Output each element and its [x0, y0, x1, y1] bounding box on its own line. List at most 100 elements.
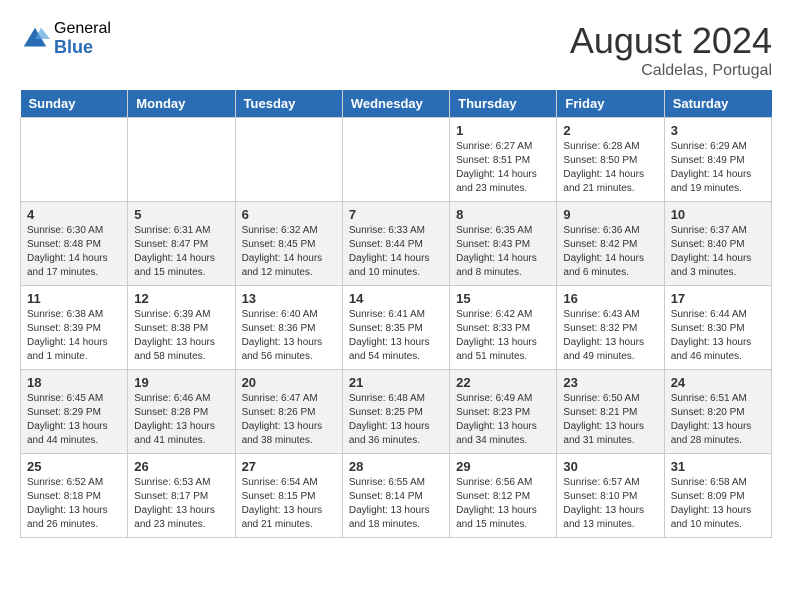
day-number: 29 [456, 459, 550, 474]
calendar-cell: 1 Sunrise: 6:27 AM Sunset: 8:51 PM Daylig… [450, 118, 557, 202]
day-info: Sunrise: 6:36 AM Sunset: 8:42 PM Dayligh… [563, 224, 657, 280]
calendar-cell: 29Sunrise: 6:56 AM Sunset: 8:12 PM Dayli… [450, 454, 557, 538]
day-number: 18 [27, 375, 121, 390]
weekday-header: Thursday [450, 90, 557, 118]
weekday-header: Monday [128, 90, 235, 118]
day-info: Sunrise: 6:42 AM Sunset: 8:33 PM Dayligh… [456, 308, 550, 364]
day-info: Sunrise: 6:58 AM Sunset: 8:09 PM Dayligh… [671, 476, 765, 532]
day-number: 16 [563, 291, 657, 306]
day-info: Sunrise: 6:31 AM Sunset: 8:47 PM Dayligh… [134, 224, 228, 280]
calendar-cell [235, 118, 342, 202]
day-info: Sunrise: 6:30 AM Sunset: 8:48 PM Dayligh… [27, 224, 121, 280]
logo-general: General [54, 20, 111, 38]
day-info: Sunrise: 6:45 AM Sunset: 8:29 PM Dayligh… [27, 392, 121, 448]
day-info: Sunrise: 6:46 AM Sunset: 8:28 PM Dayligh… [134, 392, 228, 448]
day-info: Sunrise: 6:43 AM Sunset: 8:32 PM Dayligh… [563, 308, 657, 364]
day-info: Sunrise: 6:29 AM Sunset: 8:49 PM Dayligh… [671, 140, 765, 196]
day-number: 26 [134, 459, 228, 474]
weekday-header: Tuesday [235, 90, 342, 118]
title-block: August 2024 Caldelas, Portugal [570, 20, 772, 80]
day-number: 11 [27, 291, 121, 306]
calendar-cell: 26 Sunrise: 6:53 AM Sunset: 8:17 PM Dayli… [128, 454, 235, 538]
day-number: 9 [563, 207, 657, 222]
day-info: Sunrise: 6:57 AM Sunset: 8:10 PM Dayligh… [563, 476, 657, 532]
day-number: 8 [456, 207, 550, 222]
calendar-cell: 17 Sunrise: 6:44 AM Sunset: 8:30 PM Dayli… [664, 286, 771, 370]
day-info: Sunrise: 6:52 AM Sunset: 8:18 PM Dayligh… [27, 476, 121, 532]
day-number: 23 [563, 375, 657, 390]
logo: General Blue [20, 20, 111, 57]
day-number: 17 [671, 291, 765, 306]
calendar-cell: 11 Sunrise: 6:38 AM Sunset: 8:39 PM Dayli… [21, 286, 128, 370]
calendar-cell: 19 Sunrise: 6:46 AM Sunset: 8:28 PM Dayli… [128, 370, 235, 454]
calendar-cell: 6 Sunrise: 6:32 AM Sunset: 8:45 PM Daylig… [235, 202, 342, 286]
weekday-header: Friday [557, 90, 664, 118]
calendar-cell: 12 Sunrise: 6:39 AM Sunset: 8:38 PM Dayli… [128, 286, 235, 370]
day-info: Sunrise: 6:51 AM Sunset: 8:20 PM Dayligh… [671, 392, 765, 448]
weekday-header: Wednesday [342, 90, 449, 118]
weekday-header: Saturday [664, 90, 771, 118]
day-number: 7 [349, 207, 443, 222]
day-info: Sunrise: 6:53 AM Sunset: 8:17 PM Dayligh… [134, 476, 228, 532]
calendar-cell: 24Sunrise: 6:51 AM Sunset: 8:20 PM Dayli… [664, 370, 771, 454]
day-number: 12 [134, 291, 228, 306]
calendar-week-row: 18 Sunrise: 6:45 AM Sunset: 8:29 PM Dayli… [21, 370, 772, 454]
day-number: 31 [671, 459, 765, 474]
day-info: Sunrise: 6:28 AM Sunset: 8:50 PM Dayligh… [563, 140, 657, 196]
calendar-cell: 16 Sunrise: 6:43 AM Sunset: 8:32 PM Dayli… [557, 286, 664, 370]
day-number: 21 [349, 375, 443, 390]
day-number: 25 [27, 459, 121, 474]
day-info: Sunrise: 6:50 AM Sunset: 8:21 PM Dayligh… [563, 392, 657, 448]
day-number: 13 [242, 291, 336, 306]
calendar-cell [21, 118, 128, 202]
calendar-cell [342, 118, 449, 202]
calendar-cell: 28Sunrise: 6:55 AM Sunset: 8:14 PM Dayli… [342, 454, 449, 538]
day-number: 10 [671, 207, 765, 222]
calendar-table: SundayMondayTuesdayWednesdayThursdayFrid… [20, 90, 772, 538]
calendar-cell: 23 Sunrise: 6:50 AM Sunset: 8:21 PM Dayli… [557, 370, 664, 454]
calendar-cell: 4 Sunrise: 6:30 AM Sunset: 8:48 PM Daylig… [21, 202, 128, 286]
location: Caldelas, Portugal [570, 62, 772, 80]
day-info: Sunrise: 6:27 AM Sunset: 8:51 PM Dayligh… [456, 140, 550, 196]
calendar-week-row: 4 Sunrise: 6:30 AM Sunset: 8:48 PM Daylig… [21, 202, 772, 286]
day-info: Sunrise: 6:39 AM Sunset: 8:38 PM Dayligh… [134, 308, 228, 364]
calendar-cell: 13Sunrise: 6:40 AM Sunset: 8:36 PM Dayli… [235, 286, 342, 370]
day-number: 22 [456, 375, 550, 390]
day-info: Sunrise: 6:33 AM Sunset: 8:44 PM Dayligh… [349, 224, 443, 280]
calendar-cell: 18 Sunrise: 6:45 AM Sunset: 8:29 PM Dayli… [21, 370, 128, 454]
day-number: 27 [242, 459, 336, 474]
day-info: Sunrise: 6:54 AM Sunset: 8:15 PM Dayligh… [242, 476, 336, 532]
day-number: 19 [134, 375, 228, 390]
calendar-week-row: 25 Sunrise: 6:52 AM Sunset: 8:18 PM Dayli… [21, 454, 772, 538]
logo-text: General Blue [54, 20, 111, 57]
day-info: Sunrise: 6:32 AM Sunset: 8:45 PM Dayligh… [242, 224, 336, 280]
day-number: 6 [242, 207, 336, 222]
calendar-cell: 25 Sunrise: 6:52 AM Sunset: 8:18 PM Dayli… [21, 454, 128, 538]
calendar-week-row: 1 Sunrise: 6:27 AM Sunset: 8:51 PM Daylig… [21, 118, 772, 202]
calendar-cell: 9 Sunrise: 6:36 AM Sunset: 8:42 PM Daylig… [557, 202, 664, 286]
calendar-cell: 30Sunrise: 6:57 AM Sunset: 8:10 PM Dayli… [557, 454, 664, 538]
logo-icon [20, 24, 50, 54]
day-info: Sunrise: 6:44 AM Sunset: 8:30 PM Dayligh… [671, 308, 765, 364]
day-number: 1 [456, 123, 550, 138]
day-info: Sunrise: 6:49 AM Sunset: 8:23 PM Dayligh… [456, 392, 550, 448]
day-number: 4 [27, 207, 121, 222]
calendar-cell [128, 118, 235, 202]
day-info: Sunrise: 6:47 AM Sunset: 8:26 PM Dayligh… [242, 392, 336, 448]
calendar-week-row: 11 Sunrise: 6:38 AM Sunset: 8:39 PM Dayli… [21, 286, 772, 370]
day-info: Sunrise: 6:38 AM Sunset: 8:39 PM Dayligh… [27, 308, 121, 364]
day-number: 28 [349, 459, 443, 474]
calendar-cell: 20Sunrise: 6:47 AM Sunset: 8:26 PM Dayli… [235, 370, 342, 454]
day-info: Sunrise: 6:48 AM Sunset: 8:25 PM Dayligh… [349, 392, 443, 448]
day-number: 2 [563, 123, 657, 138]
calendar-cell: 7 Sunrise: 6:33 AM Sunset: 8:44 PM Daylig… [342, 202, 449, 286]
calendar-cell: 8Sunrise: 6:35 AM Sunset: 8:43 PM Daylig… [450, 202, 557, 286]
weekday-header-row: SundayMondayTuesdayWednesdayThursdayFrid… [21, 90, 772, 118]
calendar-cell: 2 Sunrise: 6:28 AM Sunset: 8:50 PM Daylig… [557, 118, 664, 202]
day-number: 14 [349, 291, 443, 306]
calendar-cell: 14Sunrise: 6:41 AM Sunset: 8:35 PM Dayli… [342, 286, 449, 370]
day-number: 5 [134, 207, 228, 222]
weekday-header: Sunday [21, 90, 128, 118]
calendar-cell: 10Sunrise: 6:37 AM Sunset: 8:40 PM Dayli… [664, 202, 771, 286]
calendar-cell: 27 Sunrise: 6:54 AM Sunset: 8:15 PM Dayli… [235, 454, 342, 538]
